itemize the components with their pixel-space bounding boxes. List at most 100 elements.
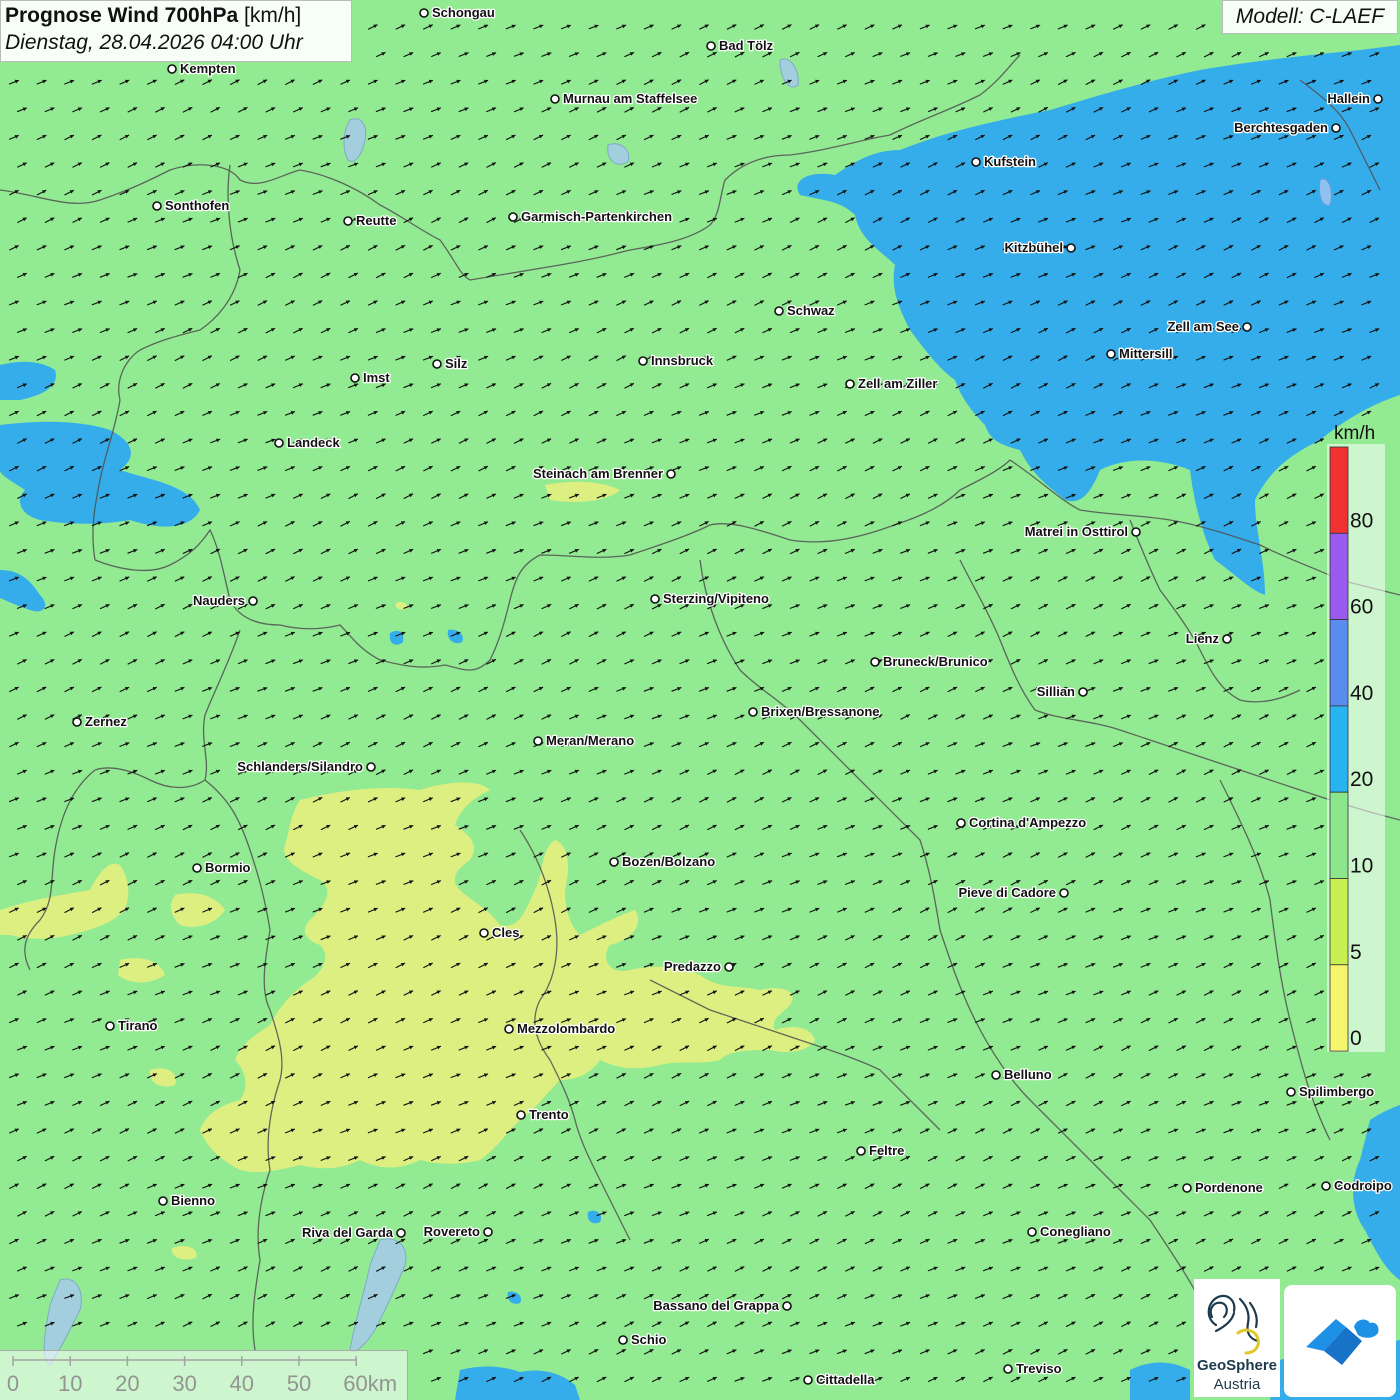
city-marker[interactable] [724, 962, 734, 972]
model-label: Modell: C-LAEF [1222, 0, 1398, 34]
city-marker[interactable] [105, 1021, 115, 1031]
cloud-arrow-icon [1306, 1319, 1379, 1365]
city-label: Steinach am Brenner [533, 466, 663, 481]
city-label: Schlanders/Silandro [237, 759, 363, 774]
city-marker[interactable] [609, 857, 619, 867]
city-label: Kempten [180, 61, 236, 76]
city-label: Pordenone [1195, 1180, 1263, 1195]
city-label: Mezzolombardo [517, 1021, 615, 1036]
city-marker[interactable] [366, 762, 376, 772]
city-label: Cortina d'Ampezzo [969, 815, 1086, 830]
city-marker[interactable] [1321, 1181, 1331, 1191]
city-label: Nauders [193, 593, 245, 608]
city-label: Trento [529, 1107, 569, 1122]
city-label: Schongau [432, 5, 495, 20]
city-label: Zell am Ziller [858, 376, 937, 391]
city-marker[interactable] [516, 1110, 526, 1120]
city-marker[interactable] [650, 594, 660, 604]
legend-color-segment [1329, 619, 1349, 707]
city-marker[interactable] [774, 306, 784, 316]
city-marker[interactable] [1182, 1183, 1192, 1193]
city-marker[interactable] [1222, 634, 1232, 644]
city-label: Kufstein [984, 154, 1036, 169]
city-marker[interactable] [419, 8, 429, 18]
city-marker[interactable] [1286, 1087, 1296, 1097]
geosphere-logo-subname: Austria [1213, 1376, 1261, 1393]
city-marker[interactable] [1078, 687, 1088, 697]
city-label: Murnau am Staffelsee [563, 91, 697, 106]
city-marker[interactable] [479, 928, 489, 938]
city-label: Meran/Merano [546, 733, 634, 748]
city-marker[interactable] [845, 379, 855, 389]
city-marker[interactable] [1373, 94, 1383, 104]
city-marker[interactable] [1242, 322, 1252, 332]
city-marker[interactable] [1027, 1227, 1037, 1237]
city-marker[interactable] [550, 94, 560, 104]
city-marker[interactable] [483, 1227, 493, 1237]
legend-color-segment [1329, 964, 1349, 1052]
city-marker[interactable] [782, 1301, 792, 1311]
city-marker[interactable] [618, 1335, 628, 1345]
city-marker[interactable] [152, 201, 162, 211]
city-label: Zernez [85, 714, 127, 729]
legend-tick-label: 40 [1350, 682, 1373, 705]
city-marker[interactable] [192, 863, 202, 873]
city-label: Belluno [1004, 1067, 1052, 1082]
map-title-box: Prognose Wind 700hPa [km/h] Dienstag, 28… [0, 0, 352, 62]
city-marker[interactable] [1003, 1364, 1013, 1374]
city-label: Silz [445, 356, 468, 371]
geosphere-logo-name: GeoSphere [1196, 1357, 1278, 1374]
city-marker[interactable] [248, 596, 258, 606]
city-label: Reutte [356, 213, 396, 228]
city-marker[interactable] [638, 356, 648, 366]
city-label: Landeck [287, 435, 341, 450]
legend-color-segment [1329, 532, 1349, 620]
legend-tick-label: 0 [1350, 1027, 1362, 1050]
city-marker[interactable] [72, 717, 82, 727]
scale-bar-box [0, 1350, 408, 1400]
wind-map[interactable]: Schongau Bad Tölz Kempten Murnau am Staffel… [0, 0, 1400, 1400]
city-label: Mittersill [1119, 346, 1172, 361]
city-marker[interactable] [350, 373, 360, 383]
legend-tick-label: 80 [1350, 509, 1373, 532]
city-marker[interactable] [508, 212, 518, 222]
city-marker[interactable] [971, 157, 981, 167]
city-marker[interactable] [274, 438, 284, 448]
city-marker[interactable] [158, 1196, 168, 1206]
legend-tick-label: 10 [1350, 855, 1373, 878]
city-marker[interactable] [666, 469, 676, 479]
city-marker[interactable] [1066, 243, 1076, 253]
legend-colorbar: 806040201050 [1327, 444, 1385, 1052]
city-label: Tirano [118, 1018, 158, 1033]
city-label: Conegliano [1040, 1224, 1111, 1239]
city-label: Bienno [171, 1193, 215, 1208]
city-marker[interactable] [991, 1070, 1001, 1080]
city-marker[interactable] [167, 64, 177, 74]
city-marker[interactable] [706, 41, 716, 51]
city-marker[interactable] [748, 707, 758, 717]
city-label: Predazzo [664, 959, 721, 974]
city-marker[interactable] [1059, 888, 1069, 898]
weather-app-logo[interactable] [1284, 1285, 1396, 1397]
city-marker[interactable] [870, 657, 880, 667]
city-marker[interactable] [1131, 527, 1141, 537]
city-marker[interactable] [1331, 123, 1341, 133]
city-label: Bad Tölz [719, 38, 774, 53]
city-label: Kitzbühel [1005, 240, 1064, 255]
city-label: Bassano del Grappa [653, 1298, 779, 1313]
city-marker[interactable] [533, 736, 543, 746]
city-label: Cittadella [816, 1372, 875, 1387]
city-label: Spilimbergo [1299, 1084, 1374, 1099]
city-marker[interactable] [1106, 349, 1116, 359]
city-label: Matrei in Osttirol [1025, 524, 1128, 539]
city-marker[interactable] [432, 359, 442, 369]
city-marker[interactable] [396, 1228, 406, 1238]
legend-color-segment [1329, 446, 1349, 534]
city-marker[interactable] [803, 1375, 813, 1385]
city-marker[interactable] [856, 1146, 866, 1156]
city-marker[interactable] [343, 216, 353, 226]
geosphere-logo-icon [1207, 1294, 1260, 1355]
geosphere-logo[interactable]: GeoSphere Austria [1194, 1279, 1280, 1397]
city-marker[interactable] [956, 818, 966, 828]
city-marker[interactable] [504, 1024, 514, 1034]
